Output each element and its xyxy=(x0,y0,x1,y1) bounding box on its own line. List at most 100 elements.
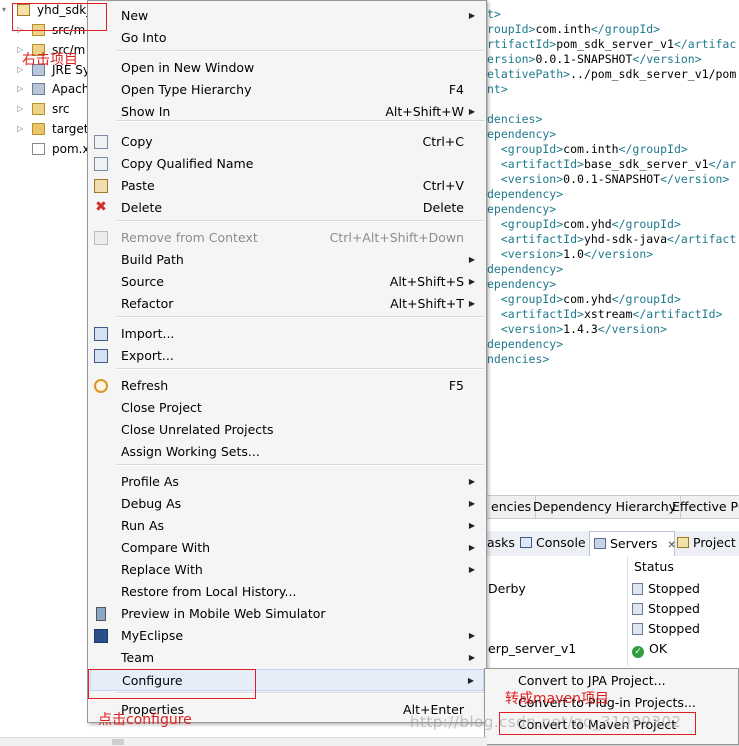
collapsed-arrow-icon[interactable]: ▷ xyxy=(17,99,23,119)
xml-tag: dependency> xyxy=(487,262,564,276)
tab-project-label: Project xyxy=(693,535,736,550)
server-row[interactable]: Stopped xyxy=(487,599,739,619)
xml-tag: ependency> xyxy=(487,277,557,291)
xml-text: 1.4.3 xyxy=(563,322,598,336)
menu-item-label: Run As xyxy=(121,518,165,533)
menu-item-new[interactable]: New ▶ xyxy=(90,5,484,27)
tree-item-label: pom.x xyxy=(52,141,90,156)
code-line: <version>1.4.3</version> xyxy=(487,322,667,337)
xml-file-icon xyxy=(32,142,45,155)
menu-item-replace-with[interactable]: Replace With ▶ xyxy=(90,559,484,581)
mobile-icon xyxy=(96,607,106,621)
scrollbar-thumb[interactable] xyxy=(112,739,124,745)
server-row[interactable]: Stopped xyxy=(487,619,739,639)
xml-tag: </version> xyxy=(583,247,654,261)
menu-item-label: Preview in Mobile Web Simulator xyxy=(121,606,326,621)
menu-item-assign-working-sets[interactable]: Assign Working Sets... xyxy=(90,441,484,463)
menu-item-label: Open Type Hierarchy xyxy=(121,82,252,97)
expanded-arrow-icon[interactable]: ▾ xyxy=(2,0,6,20)
xml-tag: t> xyxy=(487,7,501,21)
convert-maven-annotation: 转成maven项目 xyxy=(505,691,609,707)
tree-item-label: target xyxy=(52,122,89,136)
xml-tag: </ar xyxy=(708,157,737,171)
menu-item-shortcut: Ctrl+V xyxy=(422,178,464,193)
menu-item-run-as[interactable]: Run As ▶ xyxy=(90,515,484,537)
refresh-icon xyxy=(94,379,108,393)
xml-tag: <groupId> xyxy=(487,292,564,306)
menu-item-team[interactable]: Team ▶ xyxy=(90,647,484,669)
menu-item-copy-qualified-name[interactable]: Copy Qualified Name xyxy=(90,153,484,175)
menu-item-label: Build Path xyxy=(121,252,184,267)
tab-tasks[interactable]: asks xyxy=(487,531,515,555)
tree-item-label: src xyxy=(52,102,70,117)
menu-item-label: Import... xyxy=(121,326,175,341)
code-line: <groupId>com.inth</groupId> xyxy=(487,142,688,157)
copy-qualified-icon xyxy=(94,157,108,171)
menu-item-preview-in-mobile-web-simulator[interactable]: Preview in Mobile Web Simulator xyxy=(90,603,484,625)
menu-item-label: Paste xyxy=(121,178,155,193)
tab-console-label: Console xyxy=(536,535,586,550)
menu-item-restore-from-local-history[interactable]: Restore from Local History... xyxy=(90,581,484,603)
collapsed-arrow-icon[interactable]: ▷ xyxy=(17,119,23,139)
xml-tag: <version> xyxy=(487,247,564,261)
menu-item-debug-as[interactable]: Debug As ▶ xyxy=(90,493,484,515)
menu-item-delete[interactable]: ✖ Delete Delete xyxy=(90,197,484,219)
remove-context-icon xyxy=(94,231,108,245)
status-column-header[interactable]: Status xyxy=(634,558,674,576)
tab-effective-pom[interactable]: Effective POI xyxy=(668,496,739,518)
collapsed-arrow-icon[interactable]: ▷ xyxy=(17,79,23,99)
xml-tag: <artifactId> xyxy=(487,232,584,246)
menu-item-refactor[interactable]: Refactor Alt+Shift+T ▶ xyxy=(90,293,484,315)
menu-item-profile-as[interactable]: Profile As ▶ xyxy=(90,471,484,493)
menu-item-import[interactable]: Import... xyxy=(90,323,484,345)
paste-icon xyxy=(94,179,108,193)
submenu-arrow-icon: ▶ xyxy=(468,11,475,20)
menu-item-open-in-new-window[interactable]: Open in New Window xyxy=(90,57,484,79)
code-line: elativePath>../pom_sdk_server_v1/pom xyxy=(487,67,736,82)
submenu-arrow-icon: ▶ xyxy=(468,565,475,574)
server-stopped-icon xyxy=(632,603,643,615)
tab-dependency-hierarchy[interactable]: Dependency Hierarchy xyxy=(529,496,682,518)
menu-item-label: Go Into xyxy=(121,30,167,45)
xml-tag: dencies> xyxy=(487,112,543,126)
server-row[interactable]: Derby Stopped xyxy=(487,579,739,599)
menu-item-label: Debug As xyxy=(121,496,182,511)
menu-item-paste[interactable]: Paste Ctrl+V xyxy=(90,175,484,197)
import-icon xyxy=(94,327,108,341)
menu-item-open-type-hierarchy[interactable]: Open Type Hierarchy F4 xyxy=(90,79,484,101)
xml-tag: nt> xyxy=(487,82,508,96)
server-status-label: Stopped xyxy=(648,601,700,616)
source-folder-icon xyxy=(32,103,45,116)
pom-xml-editor[interactable]: t> roupId>com.inth</groupId> rtifactId>pom… xyxy=(487,0,739,495)
tab-project[interactable]: Project xyxy=(677,531,736,555)
menu-separator xyxy=(116,316,484,318)
menu-item-build-path[interactable]: Build Path ▶ xyxy=(90,249,484,271)
menu-item-close-project[interactable]: Close Project xyxy=(90,397,484,419)
xml-tag: ndencies> xyxy=(487,352,550,366)
tab-servers-label: Servers xyxy=(610,536,658,551)
submenu-arrow-icon: ▶ xyxy=(468,653,475,662)
submenu-arrow-icon: ▶ xyxy=(467,676,474,685)
xml-tag: </version> xyxy=(660,172,730,186)
close-servers-tab-icon[interactable]: ✕ xyxy=(668,540,676,551)
submenu-arrow-icon: ▶ xyxy=(468,521,475,530)
code-line: <groupId>com.yhd</groupId> xyxy=(487,217,681,232)
submenu-arrow-icon: ▶ xyxy=(468,255,475,264)
server-row[interactable]: erp_server_v1 ✓ OK xyxy=(487,639,739,659)
menu-item-export[interactable]: Export... xyxy=(90,345,484,367)
server-status: Stopped xyxy=(632,579,700,599)
tab-servers[interactable]: Servers ✕ xyxy=(589,531,676,557)
menu-item-refresh[interactable]: Refresh F5 xyxy=(90,375,484,397)
xml-text: com.yhd xyxy=(563,292,612,306)
watermark: http://blog.csdn.net/qq_31099302 xyxy=(410,713,682,731)
xml-text: base_sdk_server_v1 xyxy=(583,157,709,171)
menu-item-myeclipse[interactable]: MyEclipse ▶ xyxy=(90,625,484,647)
menu-item-source[interactable]: Source Alt+Shift+S ▶ xyxy=(90,271,484,293)
menu-item-compare-with[interactable]: Compare With ▶ xyxy=(90,537,484,559)
menu-item-go-into[interactable]: Go Into xyxy=(90,27,484,49)
menu-item-label: Copy xyxy=(121,134,153,149)
xml-text: com.yhd xyxy=(563,217,612,231)
menu-item-copy[interactable]: Copy Ctrl+C xyxy=(90,131,484,153)
tab-console[interactable]: Console xyxy=(520,531,586,555)
menu-item-close-unrelated-projects[interactable]: Close Unrelated Projects xyxy=(90,419,484,441)
